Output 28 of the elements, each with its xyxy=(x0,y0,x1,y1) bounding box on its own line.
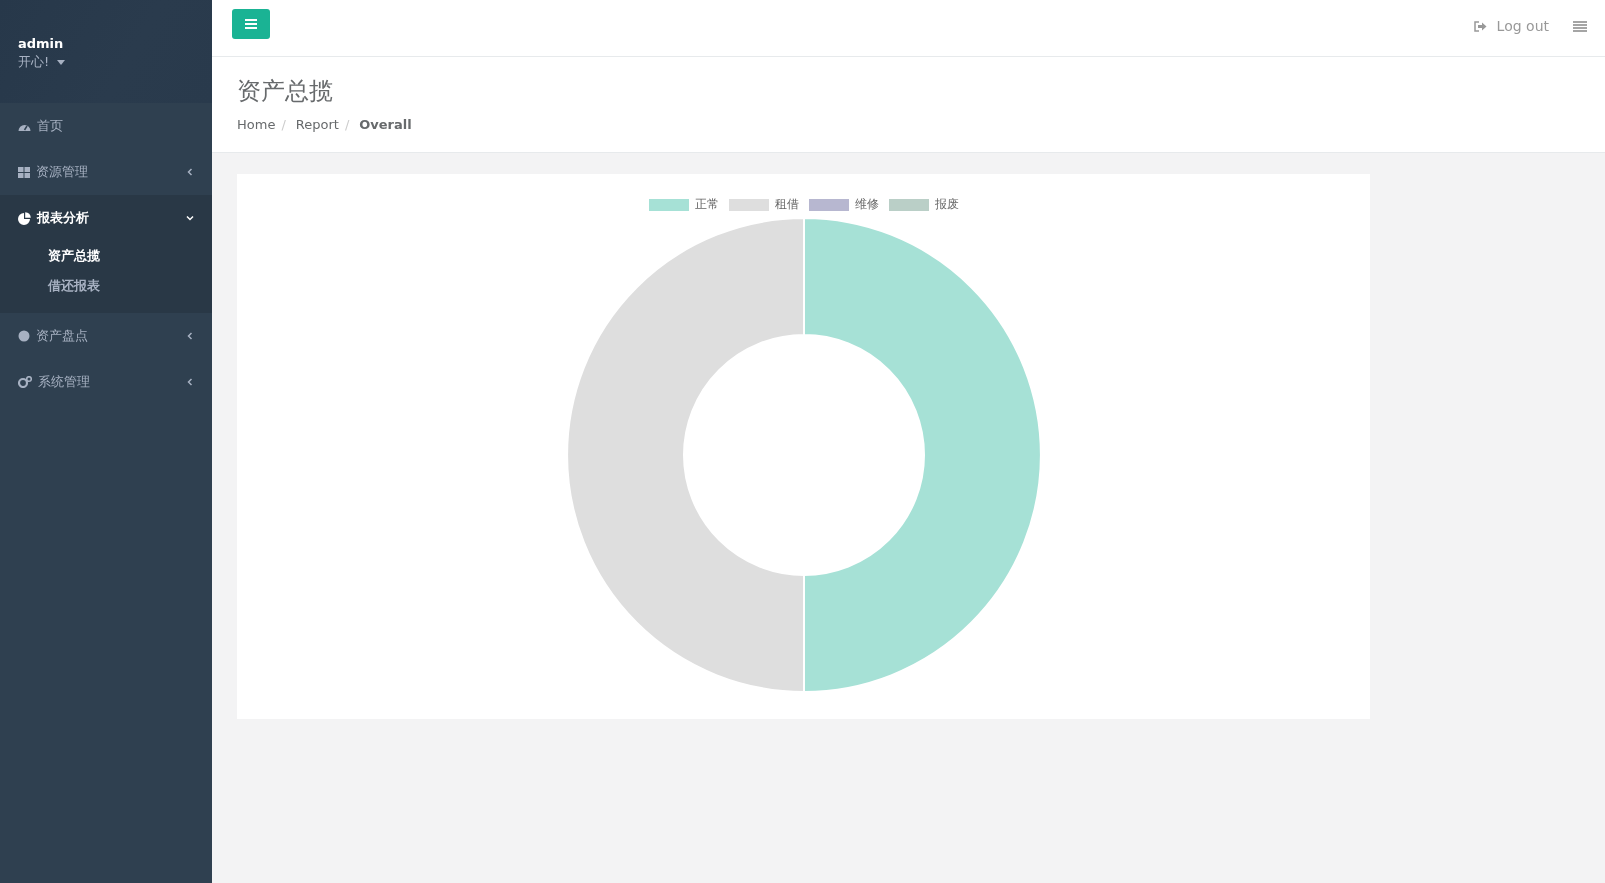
list-icon[interactable] xyxy=(1573,20,1587,32)
nav-item[interactable]: 系统管理 xyxy=(0,359,212,405)
legend-label: 租借 xyxy=(774,196,799,213)
user-status[interactable]: 开心! xyxy=(18,53,50,71)
grid-icon xyxy=(18,166,30,178)
legend-label: 正常 xyxy=(694,196,719,213)
breadcrumb-separator: / xyxy=(281,117,286,132)
breadcrumb-separator: / xyxy=(344,117,350,132)
user-name: admin xyxy=(18,36,65,51)
nav-item[interactable]: 首页 xyxy=(0,103,212,149)
legend-label: 维修 xyxy=(854,196,879,213)
legend-label: 报废 xyxy=(934,196,959,213)
caret-icon[interactable] xyxy=(57,59,66,65)
breadcrumb-link[interactable]: Overall xyxy=(359,117,412,132)
nav-item[interactable]: 资产盘点 xyxy=(0,313,212,359)
nav-item[interactable]: 资源管理 xyxy=(0,149,212,195)
pie-chart-icon xyxy=(18,211,31,225)
submenu-item[interactable]: 资产总揽 xyxy=(0,241,100,271)
gears-icon xyxy=(18,376,32,388)
page-title: 资产总揽 xyxy=(237,76,334,107)
breadcrumb-link[interactable]: Report xyxy=(295,117,339,132)
submenu-item[interactable]: 借还报表 xyxy=(0,271,100,301)
breadcrumb-link[interactable]: Home xyxy=(237,117,276,132)
sign-out-icon xyxy=(1473,20,1487,32)
logout-link[interactable]: Log out xyxy=(1473,18,1549,34)
nav-item[interactable]: 报表分析 xyxy=(0,195,212,241)
menu-toggle-button[interactable] xyxy=(232,9,270,39)
menu-icon xyxy=(245,19,257,29)
